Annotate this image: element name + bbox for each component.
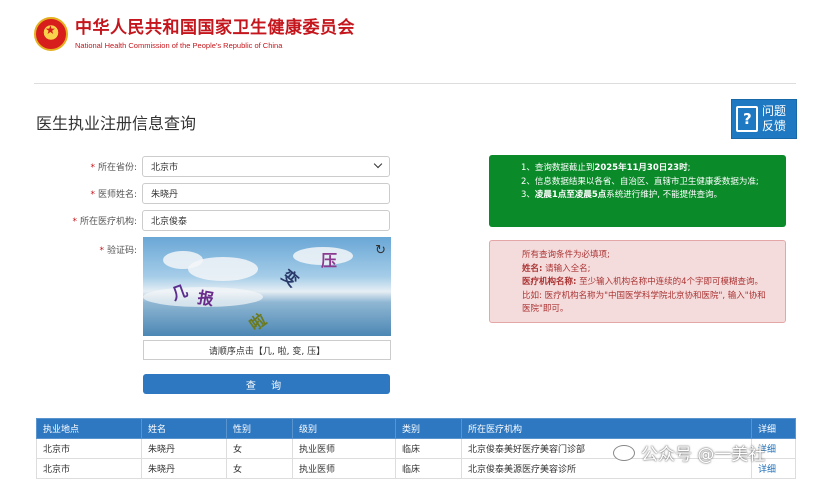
table-header-row: 执业地点 姓名 性别 级别 类别 所在医疗机构 详细 [36, 418, 796, 439]
site-header: 中华人民共和国国家卫生健康委员会 National Health Commiss… [34, 12, 355, 56]
org-name-en: National Health Commission of the People… [75, 41, 283, 50]
watermark: 公众号 @一美社 [613, 440, 765, 465]
col-header: 类别 [395, 418, 462, 439]
query-button[interactable]: 查 询 [143, 374, 390, 394]
captcha-hint: 请顺序点击【几, 啦, 变, 压】 [143, 340, 391, 360]
national-emblem-icon [34, 17, 68, 51]
feedback-label: 问题 反馈 [762, 104, 786, 134]
doctor-name-input[interactable]: 朱晓丹 [142, 183, 390, 204]
refresh-icon[interactable]: ↻ [375, 243, 386, 258]
captcha-label: * 验证码: [99, 246, 137, 256]
cell: 女 [226, 438, 293, 459]
brand: 中华人民共和国国家卫生健康委员会 National Health Commiss… [75, 18, 355, 50]
cell: 临床 [395, 458, 462, 479]
captcha-char[interactable]: 压 [321, 247, 337, 271]
cell: 北京市 [36, 438, 142, 459]
col-header: 姓名 [141, 418, 227, 439]
feedback-icon [736, 106, 758, 132]
captcha-image[interactable]: 几 报 啦 变 压 ↻ [143, 237, 391, 336]
wechat-icon [613, 444, 635, 461]
cell: 朱晓丹 [141, 438, 227, 459]
feedback-button[interactable]: 问题 反馈 [731, 99, 797, 139]
header-divider [34, 83, 796, 84]
notice-line: 所有查询条件为必填项; [522, 250, 610, 260]
notice-line: 医疗机构名称: 至少输入机构名称中连续的4个字即可模糊查询。比如: 医疗机构名称… [522, 277, 766, 314]
chevron-down-icon [373, 159, 383, 169]
page-title: 医生执业注册信息查询 [36, 114, 197, 133]
col-header: 级别 [292, 418, 396, 439]
captcha-char[interactable]: 啦 [244, 307, 271, 336]
province-select[interactable]: 北京市 [142, 156, 390, 177]
institution-input[interactable]: 北京俊泰 [142, 210, 390, 231]
institution-label: * 所在医疗机构: [72, 217, 137, 227]
province-value: 北京市 [151, 163, 179, 173]
col-header: 详细 [751, 418, 796, 439]
notice-line: 2、信息数据结果以各省、自治区、直辖市卫生健康委数据为准; [521, 176, 759, 187]
cell: 朱晓丹 [141, 458, 227, 479]
cell: 临床 [395, 438, 462, 459]
feedback-line2: 反馈 [762, 119, 787, 133]
cell: 执业医师 [292, 458, 396, 479]
notice-line: 1、查询数据截止到2025年11月30日23时; [521, 163, 691, 173]
notice-line: 3、凌晨1点至凌晨5点系统进行维护, 不能提供查询。 [521, 190, 723, 200]
cell: 执业医师 [292, 438, 396, 459]
col-header: 性别 [226, 418, 293, 439]
doctor-name-label: * 医师姓名: [90, 190, 137, 200]
province-label: * 所在省份: [90, 163, 137, 173]
watermark-text: 公众号 @一美社 [641, 445, 766, 465]
notice-green: 1、查询数据截止到2025年11月30日23时; 2、信息数据结果以各省、自治区… [489, 155, 786, 227]
captcha-char[interactable]: 变 [277, 263, 305, 292]
org-name-cn: 中华人民共和国国家卫生健康委员会 [75, 18, 355, 38]
cell: 北京市 [36, 458, 142, 479]
notice-line: 姓名: 请输入全名; [522, 263, 591, 274]
col-header: 执业地点 [36, 418, 142, 439]
notice-red: 所有查询条件为必填项; 姓名: 请输入全名; 医疗机构名称: 至少输入机构名称中… [489, 240, 786, 323]
col-header: 所在医疗机构 [461, 418, 752, 439]
feedback-line1: 问题 [762, 104, 787, 118]
cell: 女 [226, 458, 293, 479]
